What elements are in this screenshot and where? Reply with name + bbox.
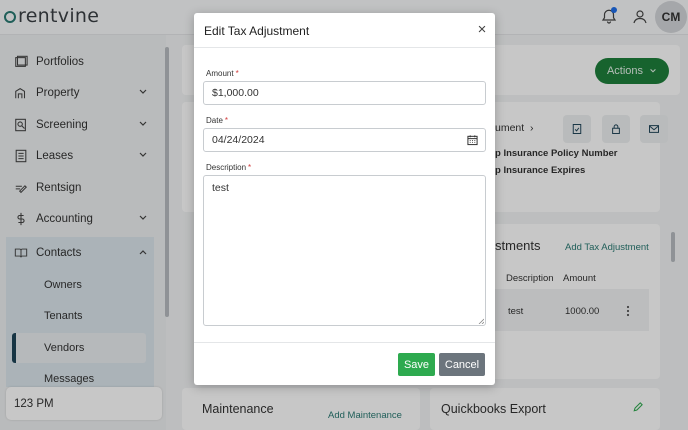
header-divider	[194, 47, 495, 48]
description-value: test	[212, 182, 229, 194]
amount-label: Amount *	[206, 69, 239, 78]
footer-divider	[194, 342, 495, 343]
date-field[interactable]: 04/24/2024	[203, 128, 486, 152]
edit-tax-adjustment-dialog: Edit Tax Adjustment × Amount * $1,000.00 …	[194, 13, 495, 385]
description-textarea[interactable]: test	[203, 175, 486, 326]
amount-value: $1,000.00	[212, 87, 259, 99]
close-icon[interactable]: ×	[475, 22, 489, 38]
amount-field[interactable]: $1,000.00	[203, 81, 486, 105]
date-label: Date *	[206, 116, 229, 125]
resize-grip-icon[interactable]	[478, 318, 484, 324]
calendar-icon[interactable]	[467, 134, 478, 146]
date-value: 04/24/2024	[212, 134, 265, 146]
description-label: Description *	[206, 163, 252, 172]
modal-title: Edit Tax Adjustment	[204, 24, 310, 38]
save-button[interactable]: Save	[398, 353, 435, 376]
cancel-button[interactable]: Cancel	[439, 353, 485, 376]
